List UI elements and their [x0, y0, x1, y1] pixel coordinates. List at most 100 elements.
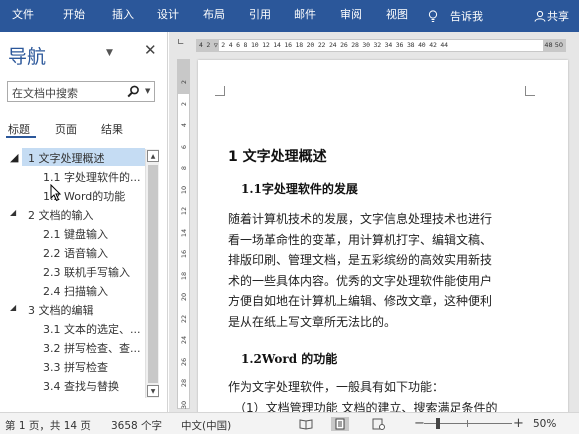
tree-item-label: 3 文档的编辑: [28, 304, 94, 317]
ruler-number: 4: [180, 122, 188, 128]
tree-scrollbar[interactable]: ▲ ▼: [145, 149, 159, 398]
ruler-number: 2: [180, 101, 188, 106]
tree-item[interactable]: 1 文字处理概述: [22, 148, 145, 166]
margin-corner-mark: [525, 86, 535, 96]
tab-home[interactable]: 开始: [63, 8, 85, 22]
scroll-down-icon[interactable]: ▼: [147, 385, 159, 397]
headings-tree: ◢ 1 文字处理概述 1.1 字处理软件的... 1.2 Word的功能 ◢ 2 文档的输…: [0, 147, 160, 397]
collapse-triangle-icon[interactable]: ◢: [10, 208, 16, 217]
tab-view[interactable]: 视图: [386, 8, 408, 22]
tree-item[interactable]: 3.2 拼写检查、查...: [0, 338, 145, 356]
horizontal-ruler[interactable]: 4 2 ▽ 2 4 6 8 10 12 14 16 18 20 22 24 26…: [196, 39, 566, 52]
tab-results[interactable]: 结果: [101, 121, 123, 137]
tree-item-label: 2.4 扫描输入: [43, 285, 108, 298]
search-icon[interactable]: [127, 85, 140, 98]
print-layout-button[interactable]: [331, 417, 349, 431]
tab-pages[interactable]: 页面: [55, 121, 77, 137]
tab-design[interactable]: 设计: [157, 8, 179, 22]
tab-headings[interactable]: 标题: [8, 121, 30, 137]
tree-item-label: 1 文字处理概述: [28, 152, 105, 165]
tab-references[interactable]: 引用: [249, 8, 271, 22]
zoom-level[interactable]: 50%: [533, 418, 556, 430]
ruler-number: 14: [180, 228, 188, 237]
web-layout-button[interactable]: [369, 417, 387, 431]
ruler-number: 12: [180, 206, 188, 216]
nav-pane-title: 导航: [8, 46, 47, 68]
tree-item[interactable]: 3.1 文本的选定、...: [0, 319, 145, 337]
tree-item[interactable]: ◢ 3 文档的编辑: [0, 300, 145, 318]
vertical-ruler[interactable]: 2 2 4 6 8 10 12 14 16 18 20 22 24 26 28 30: [177, 59, 190, 409]
ruler-number: 28: [180, 378, 188, 388]
heading-1: 1 文字处理概述: [228, 149, 327, 165]
tell-me-box[interactable]: 告诉我: [428, 8, 483, 24]
tree-item[interactable]: 3.4 查找与替换: [0, 376, 145, 394]
heading-2: 1.1字处理软件的发展: [241, 182, 358, 196]
share-button[interactable]: 共享: [534, 8, 569, 24]
word-count[interactable]: 3658 个字: [111, 418, 162, 433]
share-label: 共享: [547, 10, 569, 23]
tree-item-label: 2.3 联机手写输入: [43, 266, 130, 279]
text-line: 是从在纸上写文章所无法比的。: [228, 314, 397, 329]
tab-active-indicator: [6, 136, 36, 138]
document-area: ∟ 4 2 ▽ 2 4 6 8 10 12 14 16 18 20 22 24 …: [169, 32, 579, 412]
scroll-up-icon[interactable]: ▲: [147, 150, 159, 162]
ruler-number: 22: [180, 314, 188, 323]
ruler-number: 24: [180, 335, 188, 345]
mouse-cursor-icon: [50, 184, 62, 202]
tab-selector-icon[interactable]: ∟: [177, 38, 187, 50]
text-line: 方便自如地在计算机上编辑、修改文章，这种便利: [228, 294, 493, 308]
page-count[interactable]: 第 1 页，共 14 页: [5, 418, 91, 433]
tree-item-label: 3.4 查找与替换: [43, 380, 119, 393]
tree-item[interactable]: 3.3 拼写检查: [0, 357, 145, 375]
tab-review[interactable]: 审阅: [340, 8, 362, 22]
document-page[interactable]: 1 文字处理概述 1.1字处理软件的发展 随着计算机技术的发展，文字信息处理技术…: [198, 60, 568, 412]
tab-mailings[interactable]: 邮件: [294, 8, 316, 22]
ruler-number: 2: [180, 79, 188, 85]
text-line: （1）文档管理功能 文档的建立、搜索满足条件的: [234, 400, 498, 413]
search-options-icon[interactable]: ▼: [145, 87, 150, 95]
tree-item[interactable]: 1.1 字处理软件的...: [0, 167, 145, 185]
tree-item-label: 3.2 拼写检查、查...: [43, 342, 141, 355]
tree-item[interactable]: 2.4 扫描输入: [0, 281, 145, 299]
status-bar: 第 1 页，共 14 页 3658 个字 中文(中国) − + 50%: [0, 412, 579, 434]
text-line: 排版印刷、管理文档，是五彩缤纷的高效实用新技: [228, 253, 493, 267]
margin-corner-mark: [215, 86, 225, 96]
ruler-number: 10: [180, 185, 188, 194]
collapse-triangle-icon[interactable]: ◢: [10, 151, 18, 164]
search-box[interactable]: 在文档中搜索 ▼: [7, 81, 155, 102]
text-line: 作为文字处理软件，一般具有如下功能：: [228, 380, 445, 394]
tree-item[interactable]: ◢ 2 文档的输入: [0, 205, 145, 223]
tab-layout[interactable]: 布局: [203, 8, 225, 22]
zoom-slider-center-mark: [467, 420, 468, 427]
tree-item[interactable]: 2.3 联机手写输入: [0, 262, 145, 280]
text-line: 看一场革命性的变革，用计算机打字、编辑文稿、: [228, 232, 493, 247]
chevron-down-icon[interactable]: ▼: [106, 48, 113, 58]
ruler-number: 6: [180, 144, 188, 149]
tree-item-label: 3.3 拼写检查: [43, 361, 108, 374]
tree-item-label: 2 文档的输入: [28, 209, 94, 222]
ruler-number: 20: [180, 292, 188, 302]
tab-file[interactable]: 文件: [12, 8, 34, 22]
ruler-number: 18: [180, 271, 188, 280]
language-indicator[interactable]: 中文(中国): [181, 418, 231, 433]
scrollbar-thumb[interactable]: [148, 165, 158, 383]
ruler-numbers-end: 48 50: [544, 41, 563, 49]
read-mode-button[interactable]: [297, 417, 315, 431]
tell-me-label: 告诉我: [450, 10, 483, 23]
tree-item-label: 2.1 键盘输入: [43, 228, 108, 241]
close-icon[interactable]: ✕: [144, 41, 157, 59]
page-icon: [335, 418, 345, 430]
zoom-in-button[interactable]: +: [513, 416, 524, 431]
tree-item[interactable]: 2.1 键盘输入: [0, 224, 145, 242]
ruler-number: 26: [180, 357, 188, 366]
tree-item[interactable]: 1.2 Word的功能: [0, 186, 145, 204]
tree-item[interactable]: 2.2 语音输入: [0, 243, 145, 261]
tab-insert[interactable]: 插入: [112, 8, 134, 22]
web-layout-icon: [372, 418, 385, 430]
text-line: 术的一些具体内容。优秀的文字处理软件能使用户: [228, 273, 493, 288]
text-line: 随着计算机技术的发展，文字信息处理技术也进行: [228, 212, 493, 226]
zoom-slider-thumb[interactable]: [436, 418, 440, 429]
collapse-triangle-icon[interactable]: ◢: [10, 303, 16, 312]
search-input[interactable]: 在文档中搜索: [12, 85, 78, 101]
ruler-numbers: 4 2 ▽ 2 4 6 8 10 12 14 16 18 20 22 24 26…: [199, 41, 448, 49]
